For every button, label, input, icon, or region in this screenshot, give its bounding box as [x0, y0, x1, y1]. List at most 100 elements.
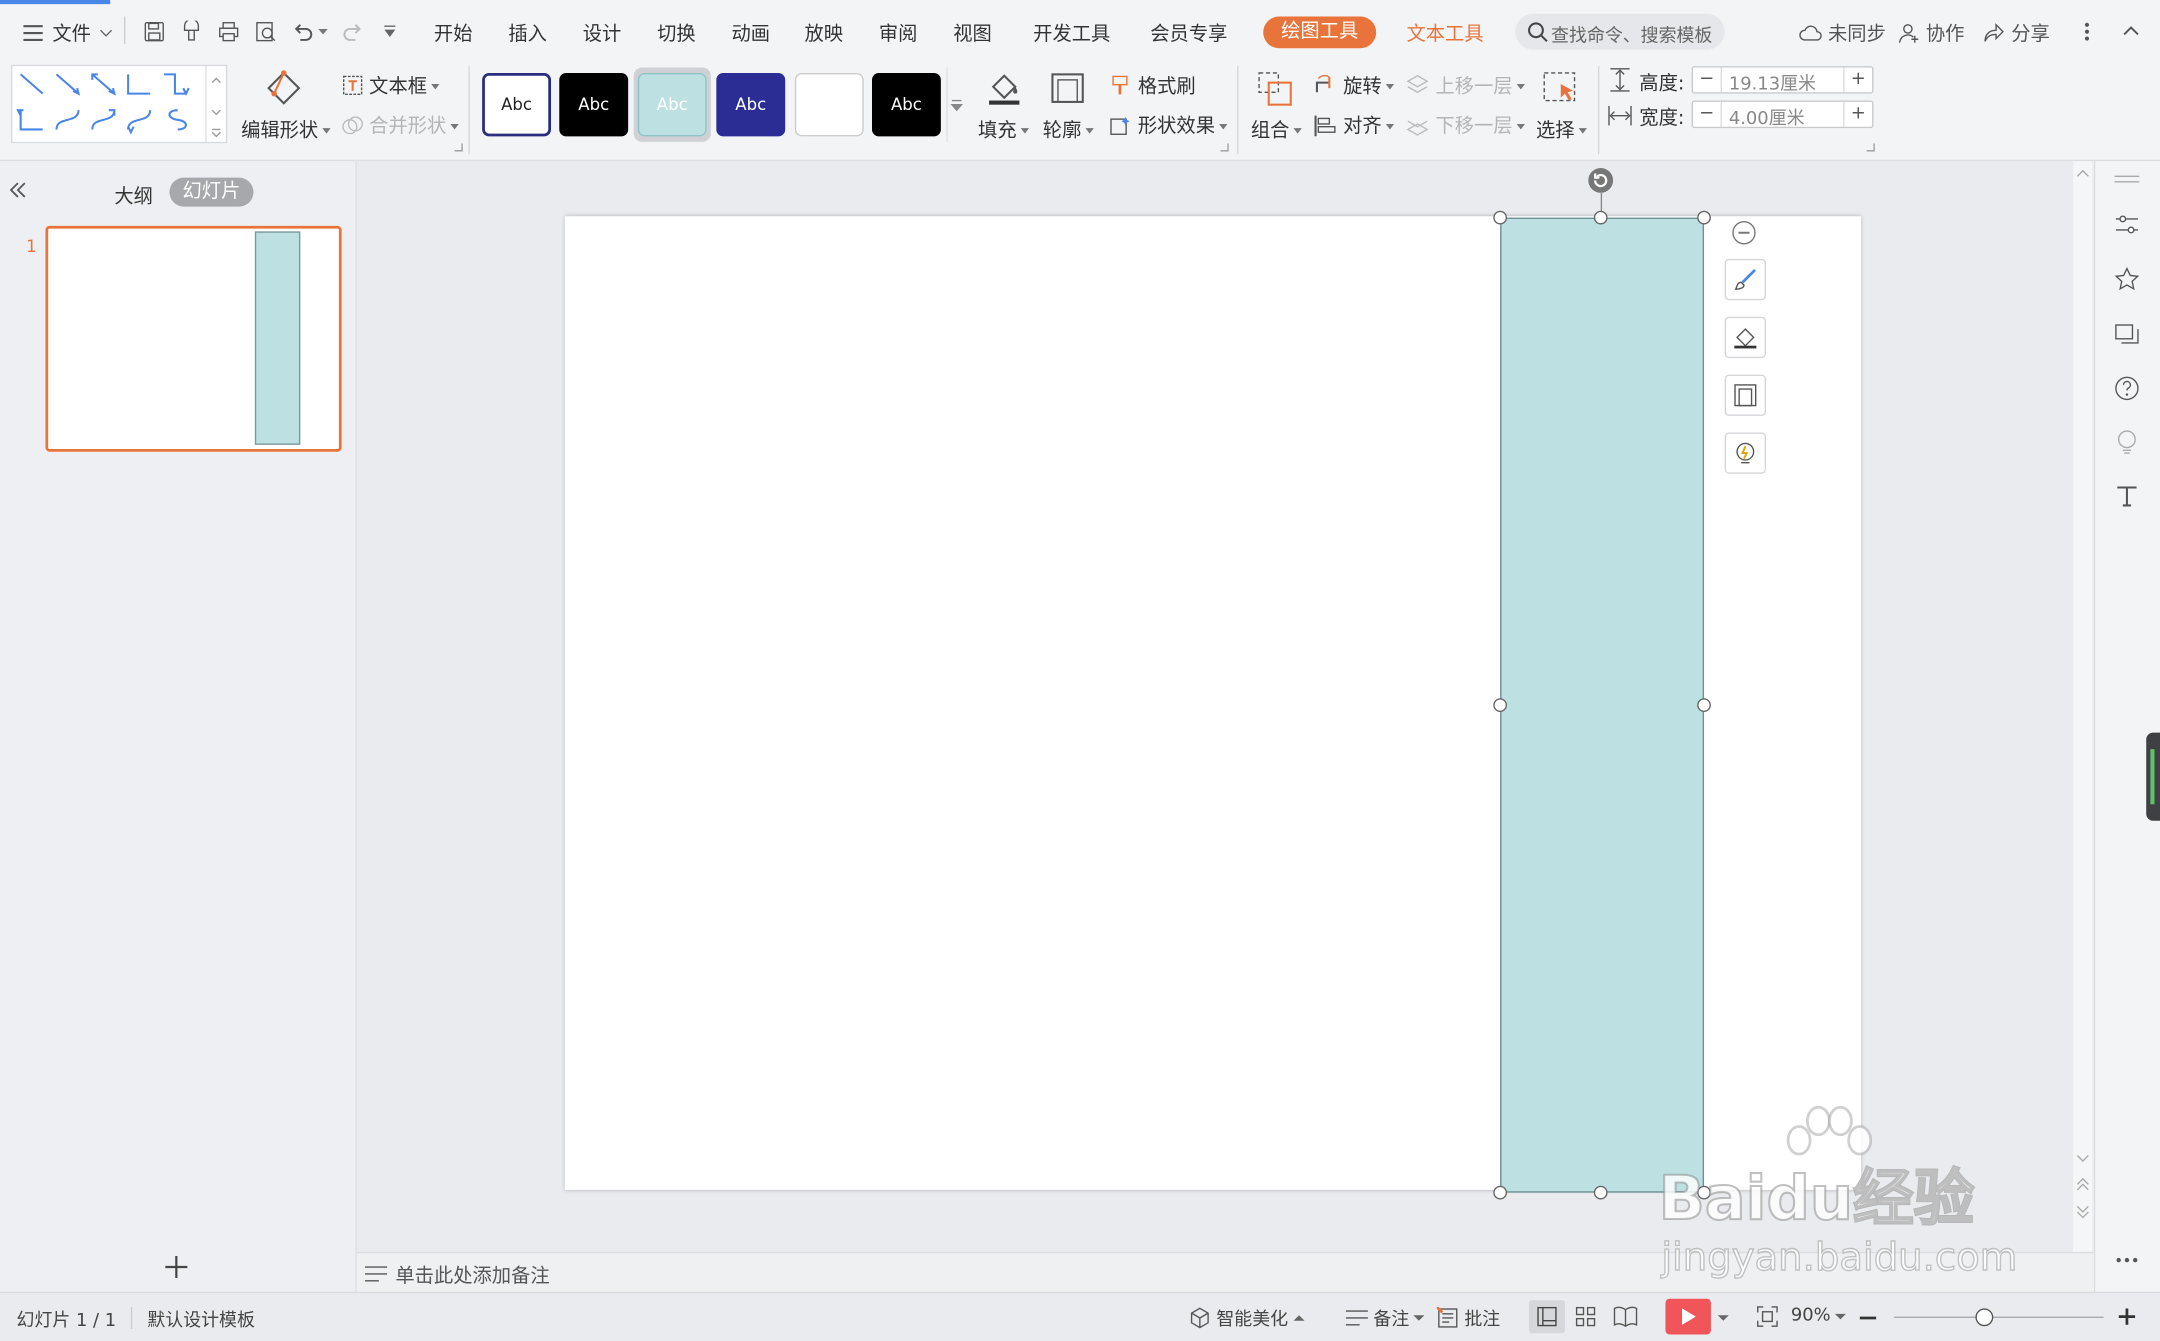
add-slide-icon[interactable]: [163, 1253, 191, 1281]
resize-handle-right[interactable]: [1697, 698, 1711, 713]
float-fill-button[interactable]: [1724, 316, 1767, 359]
send-backward-button[interactable]: 下移一层: [1405, 112, 1525, 140]
reading-view-icon[interactable]: [1613, 1306, 1638, 1328]
height-decrease-button[interactable]: −: [1693, 67, 1722, 93]
previous-slide-icon[interactable]: [2076, 1177, 2090, 1191]
slides-tab[interactable]: 幻灯片: [169, 177, 254, 207]
float-outline-button[interactable]: [1724, 374, 1767, 416]
tab-slideshow[interactable]: 放映: [804, 19, 843, 47]
help-button[interactable]: [2110, 372, 2143, 405]
tab-transitions[interactable]: 切换: [657, 19, 696, 47]
tab-home[interactable]: 开始: [434, 19, 473, 47]
width-decrease-button[interactable]: −: [1693, 101, 1722, 127]
style-preset-2[interactable]: Abc: [559, 72, 629, 137]
animation-button[interactable]: [2110, 263, 2143, 296]
save-icon[interactable]: [143, 21, 165, 43]
scroll-down-icon[interactable]: [2076, 1153, 2090, 1164]
outline-tab[interactable]: 大纲: [114, 182, 153, 210]
collapse-panel-icon[interactable]: [8, 180, 27, 199]
customize-toolbar-icon[interactable]: [383, 25, 397, 39]
dialog-launcher-icon[interactable]: [1866, 143, 1875, 152]
text-format-button[interactable]: [2110, 479, 2143, 512]
zoom-in-icon[interactable]: [2118, 1308, 2136, 1325]
resize-handle-top-left[interactable]: [1493, 210, 1508, 225]
zoom-slider-thumb[interactable]: [1975, 1308, 1994, 1327]
smart-beautify-button[interactable]: 智能美化: [1189, 1304, 1305, 1330]
resize-handle-bottom[interactable]: [1593, 1185, 1608, 1200]
properties-button[interactable]: [2110, 208, 2143, 241]
format-painter-button[interactable]: 格式刷: [1109, 72, 1196, 100]
merge-shape-button[interactable]: 合并形状: [342, 112, 459, 140]
style-preset-1[interactable]: Abc: [482, 72, 552, 137]
float-style-button[interactable]: [1724, 258, 1767, 301]
notes-bar[interactable]: 单击此处添加备注: [356, 1251, 2094, 1294]
resize-handle-bottom-left[interactable]: [1493, 1185, 1508, 1200]
more-vertical-icon[interactable]: [2080, 21, 2094, 43]
play-slideshow-button[interactable]: [1665, 1298, 1711, 1335]
file-menu[interactable]: 文件: [22, 19, 113, 47]
dialog-launcher-icon[interactable]: [454, 143, 463, 152]
align-button[interactable]: 对齐: [1313, 112, 1394, 140]
sync-status-button[interactable]: 未同步: [1798, 19, 1886, 47]
collaborate-button[interactable]: 协作: [1898, 19, 1964, 47]
normal-view-button[interactable]: [1529, 1300, 1565, 1334]
undo-icon[interactable]: [292, 21, 314, 43]
resize-handle-top[interactable]: [1593, 210, 1608, 225]
width-increase-button[interactable]: +: [1843, 101, 1872, 127]
width-input[interactable]: − 4.00厘米 +: [1691, 100, 1874, 129]
undo-dropdown-icon[interactable]: [318, 28, 328, 36]
format-copy-icon[interactable]: [180, 20, 202, 43]
resize-handle-left[interactable]: [1493, 698, 1508, 713]
tab-insert[interactable]: 插入: [508, 19, 547, 47]
idea-button[interactable]: [2110, 426, 2143, 459]
outline-button[interactable]: 轮廓: [1041, 66, 1096, 149]
zoom-out-icon[interactable]: [1859, 1315, 1877, 1321]
rotate-button[interactable]: 旋转: [1313, 72, 1394, 100]
select-button[interactable]: 选择: [1533, 66, 1588, 149]
scroll-up-icon[interactable]: [2076, 168, 2090, 179]
collapse-ribbon-icon[interactable]: [2121, 21, 2140, 40]
shape-effects-button[interactable]: 形状效果: [1109, 112, 1227, 140]
dialog-launcher-icon[interactable]: [1220, 143, 1229, 152]
rectangle-shape[interactable]: [1500, 217, 1705, 1193]
tab-drawing-tools[interactable]: 绘图工具: [1263, 16, 1377, 49]
tab-view[interactable]: 视图: [953, 19, 992, 47]
search-box[interactable]: 查找命令、搜索模板: [1515, 13, 1725, 50]
height-increase-button[interactable]: +: [1843, 67, 1872, 93]
bring-forward-button[interactable]: 上移一层: [1405, 72, 1525, 100]
zoom-slider-track[interactable]: [1894, 1316, 2104, 1318]
vertical-scrollbar[interactable]: [2073, 161, 2093, 1252]
height-input[interactable]: − 19.13厘米 +: [1691, 66, 1874, 95]
fill-button[interactable]: 填充: [978, 66, 1030, 149]
transition-button[interactable]: [2110, 318, 2143, 351]
text-box-button[interactable]: 文本框: [342, 72, 440, 100]
print-icon[interactable]: [218, 21, 240, 43]
tab-design[interactable]: 设计: [583, 19, 622, 47]
zoom-level-dropdown[interactable]: 90%: [1791, 1306, 1846, 1326]
next-slide-icon[interactable]: [2076, 1205, 2090, 1219]
notes-toggle-button[interactable]: 备注: [1344, 1304, 1425, 1330]
resize-handle-bottom-right[interactable]: [1697, 1185, 1711, 1200]
tab-review[interactable]: 审阅: [879, 19, 918, 47]
style-preset-6[interactable]: Abc: [871, 72, 941, 137]
share-button[interactable]: 分享: [1984, 19, 2050, 47]
style-preset-4[interactable]: Abc: [716, 72, 786, 137]
floating-widget-tab[interactable]: [2146, 732, 2160, 821]
redo-icon[interactable]: [342, 21, 364, 43]
gallery-scroll[interactable]: [205, 66, 226, 142]
edit-shape-button[interactable]: 编辑形状: [241, 66, 326, 149]
slide-sorter-icon[interactable]: [1575, 1306, 1597, 1328]
group-button[interactable]: 组合: [1248, 66, 1303, 149]
tab-text-tools[interactable]: 文本工具: [1406, 19, 1483, 47]
rotate-handle-icon[interactable]: [1587, 167, 1615, 195]
shape-lines-gallery[interactable]: [11, 64, 228, 144]
print-preview-icon[interactable]: [255, 21, 277, 43]
resize-handle-top-right[interactable]: [1697, 210, 1711, 225]
comments-button[interactable]: 批注: [1436, 1304, 1500, 1330]
play-options-icon[interactable]: [1717, 1314, 1729, 1322]
float-smart-button[interactable]: [1724, 432, 1767, 474]
style-preset-5[interactable]: [794, 72, 864, 137]
tab-membership[interactable]: 会员专享: [1150, 19, 1227, 47]
more-horizontal-icon[interactable]: [2115, 1255, 2140, 1266]
template-name[interactable]: 默认设计模板: [147, 1306, 254, 1332]
